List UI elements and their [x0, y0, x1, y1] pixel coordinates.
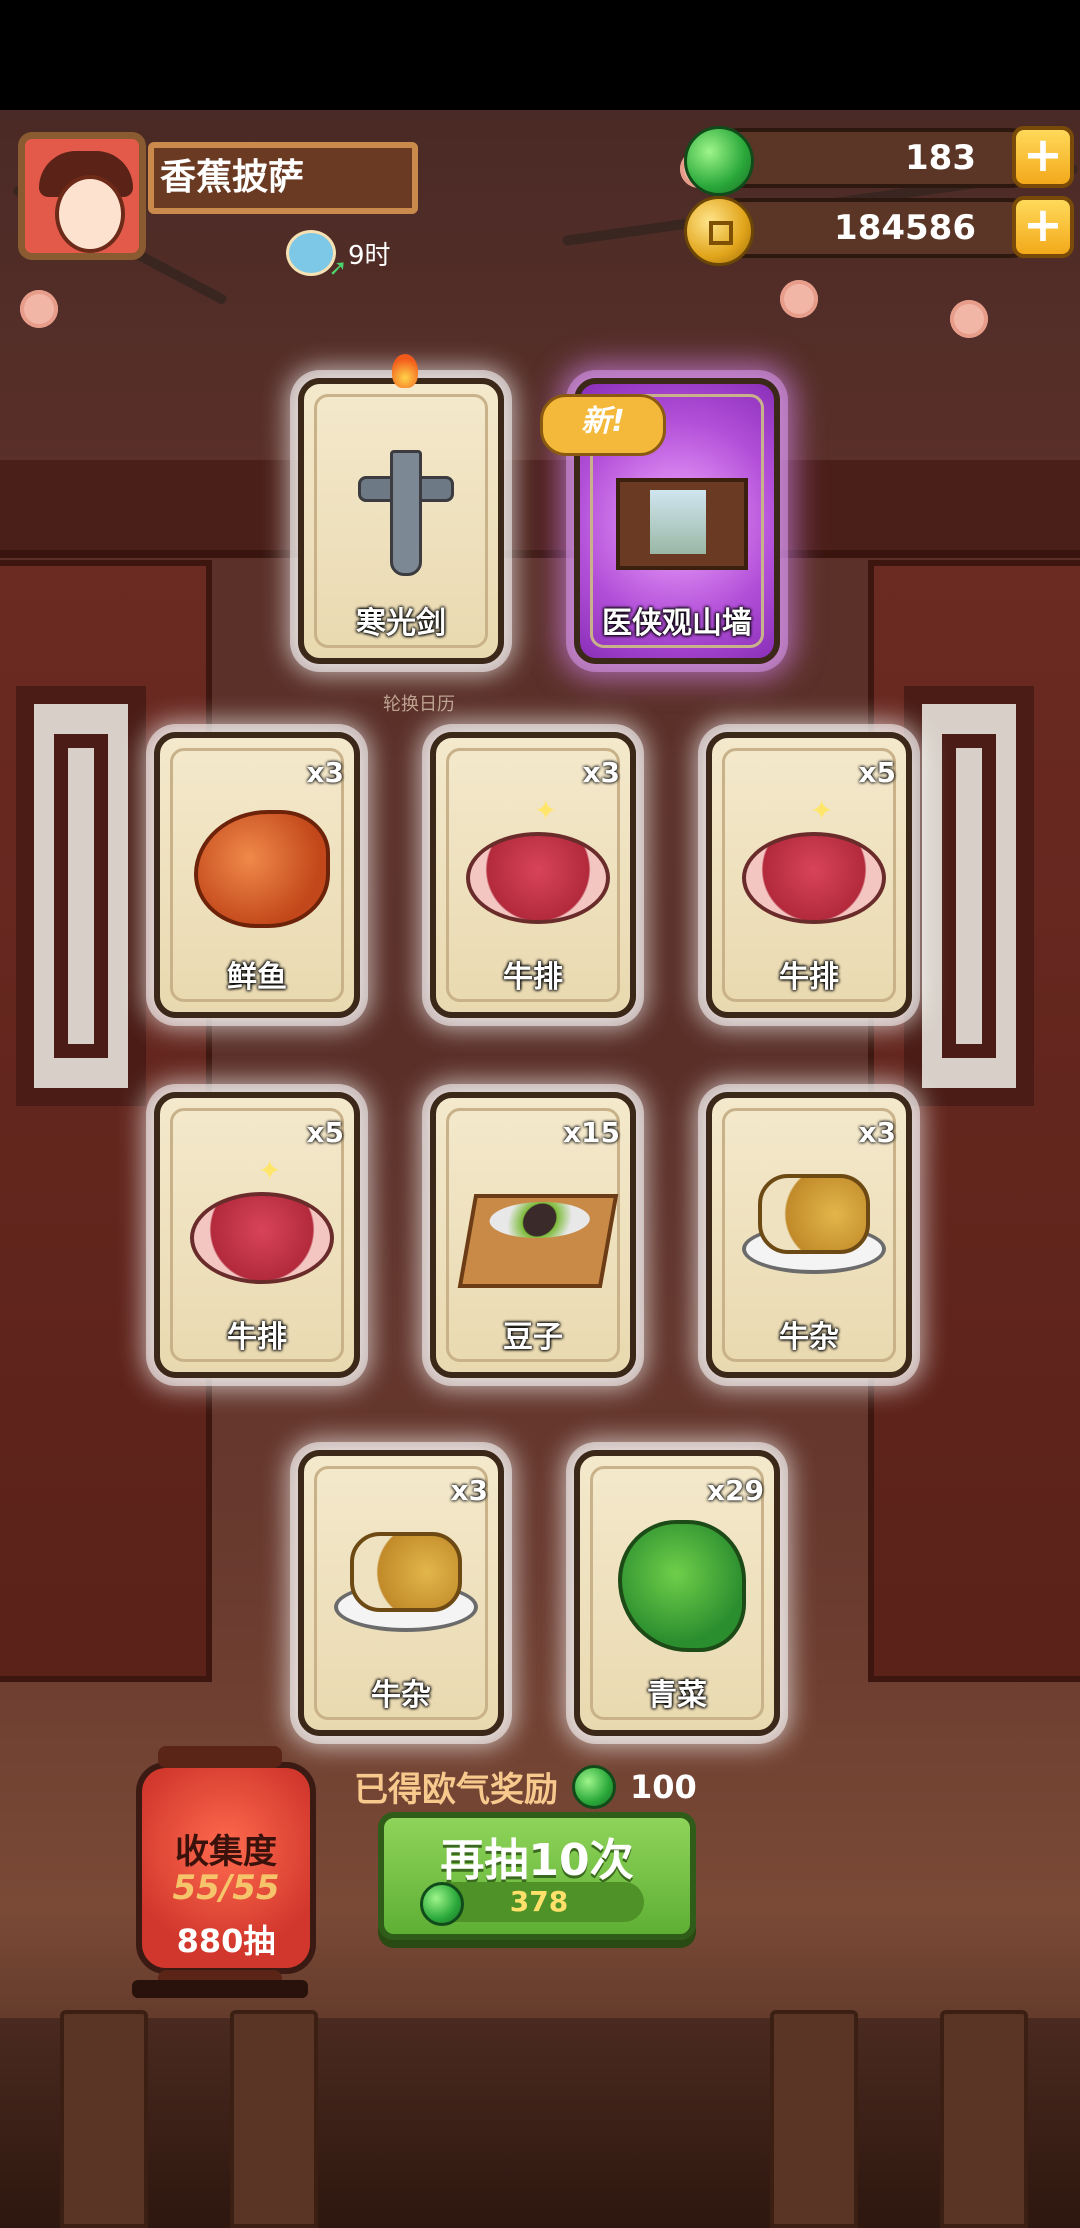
lantern-cap	[158, 1746, 282, 1768]
beef-offal-plate-icon	[740, 1154, 886, 1294]
coin-icon	[684, 196, 754, 266]
card-label: 医侠观山墙	[602, 606, 752, 641]
beans-tray-icon	[457, 1154, 619, 1294]
sparkle-icon: ✦	[258, 1154, 282, 1187]
player-name: 香蕉披萨	[148, 142, 418, 214]
card-label: 青菜	[647, 1678, 707, 1713]
steak-art	[742, 832, 886, 924]
card-quantity: x3	[858, 1116, 896, 1149]
reward-card[interactable]: x3 牛杂	[298, 1450, 504, 1736]
tripe-art	[350, 1532, 462, 1612]
tripe-art	[758, 1174, 870, 1254]
reward-card[interactable]: x3 ✦ 牛排	[430, 732, 636, 1018]
luck-reward-label: 已得欧气奖励	[354, 1770, 558, 1810]
card-label: 牛排	[227, 1320, 287, 1355]
greens-art	[618, 1520, 746, 1652]
rotate-calendar-label: 轮换日历	[383, 694, 455, 715]
fence-post	[940, 2010, 1028, 2228]
draw-cost: 378	[420, 1882, 644, 1926]
roof-beam	[0, 460, 1080, 558]
card-label: 牛杂	[779, 1320, 839, 1355]
time-boost-icon	[286, 230, 347, 281]
reward-card[interactable]: x3 牛杂	[706, 1092, 912, 1378]
beef-offal-plate-icon	[332, 1512, 478, 1652]
wooden-fence	[0, 2010, 1080, 2228]
fence-post	[60, 2010, 148, 2228]
reward-card-new[interactable]: 新! 医侠观山墙	[540, 378, 780, 664]
card-label: 牛排	[779, 960, 839, 995]
add-coins-button[interactable]: +	[1012, 196, 1074, 258]
draw-cost-value: 378	[509, 1885, 569, 1918]
player-avatar[interactable]	[18, 132, 146, 260]
blossom-flower	[950, 300, 988, 338]
reward-card[interactable]: x5 ✦ 牛排	[706, 732, 912, 1018]
sword-icon	[332, 440, 472, 580]
greens-icon	[608, 1512, 748, 1652]
sword-blade	[390, 450, 422, 576]
card-quantity: x3	[450, 1474, 488, 1507]
time-indicator: 9时	[286, 230, 391, 281]
card-quantity: x5	[858, 756, 896, 789]
luck-reward-value: 100	[630, 1767, 697, 1806]
card-label: 寒光剑	[356, 606, 446, 641]
draw-again-label: 再抽10次	[440, 1835, 634, 1886]
reward-card[interactable]: 寒光剑	[298, 354, 504, 664]
collection-lantern[interactable]: 收集度 55/55 880抽	[136, 1746, 316, 1992]
window-lattice	[16, 686, 146, 1106]
steak-art	[190, 1192, 334, 1284]
card-quantity: x3	[306, 756, 344, 789]
collection-progress: 55/55	[172, 1868, 280, 1908]
jade-icon	[684, 126, 754, 196]
reward-card[interactable]: x29 青菜	[574, 1450, 780, 1736]
collection-draws: 880抽	[176, 1922, 276, 1960]
beans-tray-art	[457, 1194, 619, 1288]
card-quantity: x5	[306, 1116, 344, 1149]
card-quantity: x3	[582, 756, 620, 789]
jade-counter: 183 +	[684, 126, 1074, 196]
card-label: 牛杂	[371, 1678, 431, 1713]
add-jade-button[interactable]: +	[1012, 126, 1074, 188]
coin-counter: 184586 +	[684, 196, 1074, 266]
time-label: 9时	[348, 240, 391, 271]
card-label: 鲜鱼	[227, 960, 287, 995]
avatar-face	[55, 175, 125, 253]
wall-decor-art	[616, 478, 748, 570]
blossom-flower	[20, 290, 58, 328]
window-lattice	[904, 686, 1034, 1106]
card-quantity: x29	[706, 1474, 764, 1507]
luck-reward-row: 已得欧气奖励 100	[354, 1762, 697, 1811]
fish-icon	[188, 794, 330, 934]
fence-post	[230, 2010, 318, 2228]
fire-icon	[392, 354, 418, 388]
jade-icon	[572, 1764, 616, 1809]
lantern-stand	[132, 1980, 308, 1998]
coin-amount: 184586	[834, 208, 976, 248]
jade-amount: 183	[905, 138, 976, 178]
collection-title: 收集度	[175, 1832, 277, 1872]
reward-card[interactable]: x3 鲜鱼	[154, 732, 360, 1018]
card-label: 牛排	[503, 960, 563, 995]
blossom-flower	[780, 280, 818, 318]
sparkle-icon: ✦	[534, 794, 558, 827]
steak-icon: ✦	[740, 794, 886, 934]
reward-card[interactable]: x5 ✦ 牛排	[154, 1092, 360, 1378]
draw-again-button[interactable]: 再抽10次 378	[378, 1812, 696, 1940]
card-quantity: x15	[562, 1116, 620, 1149]
sparkle-icon: ✦	[810, 794, 834, 827]
fence-post	[770, 2010, 858, 2228]
steak-icon: ✦	[464, 794, 610, 934]
card-label: 豆子	[503, 1320, 563, 1355]
steak-art	[466, 832, 610, 924]
fish-art	[194, 810, 330, 928]
steak-icon: ✦	[188, 1154, 334, 1294]
wall-decor-icon	[608, 440, 748, 580]
reward-card[interactable]: x15 豆子	[430, 1092, 636, 1378]
